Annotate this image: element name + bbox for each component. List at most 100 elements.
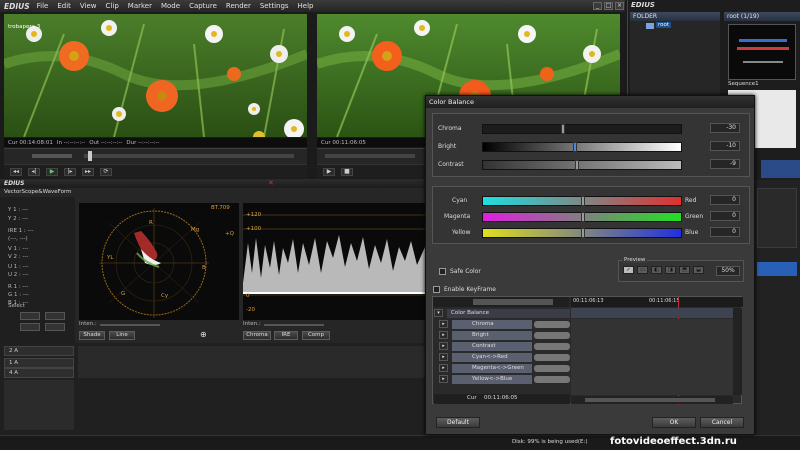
contrast-value[interactable]: -9 bbox=[710, 159, 740, 169]
chroma-thumb[interactable] bbox=[561, 124, 565, 134]
preview-full-button[interactable]: ▭ bbox=[637, 266, 648, 274]
kf-row-cyan-red[interactable]: ▸ Cyan<->Red bbox=[439, 352, 570, 362]
chroma-value[interactable]: -30 bbox=[710, 123, 740, 133]
recorder-scrubber[interactable] bbox=[317, 148, 425, 164]
preview-split-left-button[interactable]: ◧ bbox=[651, 266, 662, 274]
maximize-button[interactable]: □ bbox=[604, 2, 613, 10]
kf-row-color-balance[interactable]: ▾ Color Balance bbox=[434, 308, 570, 318]
step-back-button[interactable]: ◂| bbox=[28, 167, 40, 176]
inten-slider-right[interactable] bbox=[264, 324, 324, 326]
magenta-green-thumb[interactable] bbox=[581, 212, 585, 222]
kf-controls[interactable] bbox=[534, 342, 570, 350]
cyan-red-slider[interactable] bbox=[482, 196, 682, 206]
menu-clip[interactable]: Clip bbox=[106, 2, 119, 10]
menu-file[interactable]: File bbox=[37, 2, 49, 10]
chroma-button[interactable]: Chroma bbox=[243, 331, 271, 340]
select-option-4[interactable] bbox=[45, 323, 65, 331]
menu-mode[interactable]: Mode bbox=[161, 2, 180, 10]
menu-capture[interactable]: Capture bbox=[189, 2, 217, 10]
kf-track-selected[interactable] bbox=[571, 308, 733, 318]
player-scrubber[interactable] bbox=[4, 148, 307, 164]
play-button[interactable]: ▶ bbox=[46, 167, 58, 176]
recorder-stop-button[interactable]: ■ bbox=[341, 167, 353, 176]
kf-hscroll[interactable] bbox=[571, 396, 733, 404]
recorder-play-button[interactable]: ▶ bbox=[323, 167, 335, 176]
shade-button[interactable]: Shade bbox=[79, 331, 105, 340]
kf-vscroll[interactable] bbox=[733, 308, 742, 395]
contrast-thumb[interactable] bbox=[575, 160, 579, 170]
minimize-button[interactable]: _ bbox=[593, 2, 602, 10]
menu-help[interactable]: Help bbox=[298, 2, 314, 10]
bright-slider[interactable] bbox=[482, 142, 682, 152]
player-video[interactable]: trobapera 3 bbox=[4, 14, 307, 137]
yellow-blue-slider[interactable] bbox=[482, 228, 682, 238]
preview-percent[interactable]: 50% bbox=[716, 266, 740, 276]
default-button[interactable]: Default bbox=[436, 417, 480, 428]
menu-marker[interactable]: Marker bbox=[128, 2, 152, 10]
contrast-slider[interactable] bbox=[482, 160, 682, 170]
cut-icon[interactable]: ✕ bbox=[268, 179, 274, 187]
magenta-green-value[interactable]: 0 bbox=[710, 211, 740, 221]
fast-forward-button[interactable]: ▸▸ bbox=[82, 167, 94, 176]
kf-cur-value[interactable]: 00:11:06:05 bbox=[484, 395, 518, 401]
expand-icon[interactable]: ▸ bbox=[439, 375, 448, 383]
preview-off-button[interactable]: ✓ bbox=[623, 266, 634, 274]
menu-render[interactable]: Render bbox=[226, 2, 251, 10]
cyan-red-thumb[interactable] bbox=[581, 196, 585, 206]
comp-button[interactable]: Comp bbox=[302, 331, 330, 340]
kf-controls[interactable] bbox=[534, 364, 570, 372]
ire-button[interactable]: IRE bbox=[274, 331, 298, 340]
expand-icon[interactable]: ▸ bbox=[439, 364, 448, 372]
recorder-position-bar[interactable] bbox=[325, 154, 415, 158]
cyan-red-value[interactable]: 0 bbox=[710, 195, 740, 205]
ok-button[interactable]: OK bbox=[652, 417, 696, 428]
menu-settings[interactable]: Settings bbox=[260, 2, 289, 10]
keyframe-transport[interactable] bbox=[473, 299, 553, 305]
kf-controls[interactable] bbox=[534, 353, 570, 361]
chroma-slider[interactable] bbox=[482, 124, 682, 134]
preview-split-top-button[interactable]: ⬒ bbox=[679, 266, 690, 274]
expand-icon[interactable]: ▸ bbox=[439, 320, 448, 328]
cancel-button[interactable]: Cancel bbox=[700, 417, 744, 428]
kf-controls[interactable] bbox=[534, 331, 570, 339]
kf-row-bright[interactable]: ▸ Bright bbox=[439, 330, 570, 340]
track-4a[interactable]: 4 A bbox=[4, 368, 74, 378]
position-bar[interactable] bbox=[84, 154, 294, 158]
expand-icon[interactable]: ▸ bbox=[439, 331, 448, 339]
inten-slider-left[interactable] bbox=[100, 324, 160, 326]
kf-hscroll-thumb[interactable] bbox=[585, 398, 715, 402]
step-forward-button[interactable]: |▸ bbox=[64, 167, 76, 176]
enable-keyframe-checkbox[interactable] bbox=[433, 286, 440, 293]
kf-track-area[interactable] bbox=[571, 319, 733, 395]
target-icon[interactable]: ⊕ bbox=[200, 330, 207, 339]
yellow-blue-value[interactable]: 0 bbox=[710, 227, 740, 237]
track-2a[interactable]: 2 A bbox=[4, 346, 74, 356]
select-option-2[interactable] bbox=[45, 312, 65, 320]
line-button[interactable]: Line bbox=[109, 331, 135, 340]
loop-button[interactable]: ⟳ bbox=[100, 167, 112, 176]
track-lanes[interactable] bbox=[78, 346, 425, 378]
track-1a[interactable]: 1 A bbox=[4, 358, 74, 368]
bright-value[interactable]: -10 bbox=[710, 141, 740, 151]
shuttle-slider[interactable] bbox=[32, 154, 72, 158]
position-handle[interactable] bbox=[88, 151, 92, 161]
magenta-green-slider[interactable] bbox=[482, 212, 682, 222]
rewind-button[interactable]: ◂◂ bbox=[10, 167, 22, 176]
select-option-3[interactable] bbox=[20, 323, 40, 331]
bright-thumb[interactable] bbox=[573, 142, 577, 152]
expand-icon[interactable]: ▸ bbox=[439, 353, 448, 361]
preview-split-right-button[interactable]: ◨ bbox=[665, 266, 676, 274]
folder-root[interactable]: root bbox=[656, 22, 672, 28]
kf-row-magenta-green[interactable]: ▸ Magenta<->Green bbox=[439, 363, 570, 373]
kf-controls[interactable] bbox=[534, 375, 570, 383]
kf-controls[interactable] bbox=[534, 320, 570, 328]
menu-view[interactable]: View bbox=[80, 2, 97, 10]
collapse-icon[interactable]: ▾ bbox=[434, 309, 443, 317]
close-button[interactable]: × bbox=[615, 2, 624, 10]
select-option-1[interactable] bbox=[20, 312, 40, 320]
safe-color-checkbox[interactable] bbox=[439, 268, 446, 275]
kf-row-chroma[interactable]: ▸ Chroma bbox=[439, 319, 570, 329]
kf-row-yellow-blue[interactable]: ▸ Yellow<->Blue bbox=[439, 374, 570, 384]
sequence-thumbnail[interactable] bbox=[728, 24, 796, 80]
preview-split-bottom-button[interactable]: ⬓ bbox=[693, 266, 704, 274]
